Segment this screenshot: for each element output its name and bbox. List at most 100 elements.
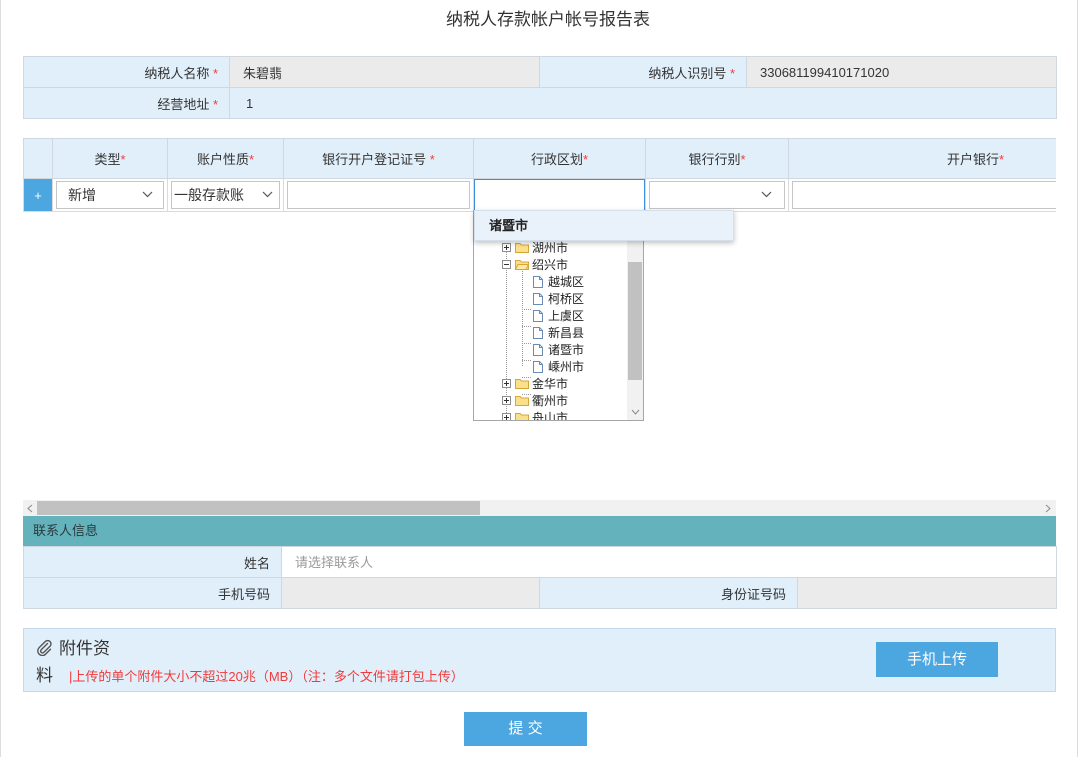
address-label: 经营地址 *: [23, 87, 230, 119]
folder-icon: [515, 412, 529, 420]
tree-leaf[interactable]: 越城区: [474, 273, 627, 290]
file-icon: [533, 275, 543, 288]
required-mark: *: [248, 152, 255, 167]
tree-leaf[interactable]: 诸暨市: [474, 341, 627, 358]
collapse-icon[interactable]: [502, 260, 511, 269]
required-mark: *: [740, 152, 746, 167]
tree-node-label: 新昌县: [548, 326, 585, 340]
account-nature-select[interactable]: 一般存款账: [171, 181, 280, 209]
phone-value: [281, 577, 540, 609]
expand-icon[interactable]: [502, 413, 511, 420]
bank-input[interactable]: [792, 181, 1056, 209]
tree-node-label: 湖州市: [532, 241, 569, 255]
region-suggestion[interactable]: 诸暨市: [474, 210, 734, 241]
header-label: 类型: [94, 152, 121, 167]
folder-icon: [515, 242, 529, 253]
tree-node-label: 绍兴市: [532, 258, 569, 272]
mobile-upload-button[interactable]: 手机上传: [876, 642, 998, 677]
submit-button[interactable]: 提 交: [464, 712, 587, 746]
header-label: 银行行别: [688, 152, 741, 167]
required-mark: *: [209, 65, 218, 81]
folder-icon: [515, 378, 529, 389]
header-license-no: 银行开户登记证号 *: [283, 138, 474, 179]
expand-icon[interactable]: [502, 396, 511, 405]
region-tree-dropdown: 湖州市 绍兴市 越城区 柯桥区 上虞区 新昌县 诸暨市 嵊州市 金华市 衢州市 …: [473, 210, 644, 421]
tax-id-value: 330681199410171020: [746, 56, 1057, 88]
type-cell: 新增: [52, 178, 168, 212]
chevron-down-icon: [262, 191, 273, 198]
attachment-panel: 附件资料 |上传的单个附件大小不超过20兆（MB）（注：多个文件请打包上传） 手机…: [23, 628, 1056, 692]
tax-id-label: 纳税人识别号 *: [539, 56, 747, 88]
contact-name-row: 姓名: [23, 546, 1058, 578]
tree-node[interactable]: 金华市: [474, 375, 627, 392]
id-card-label: 身份证号码: [539, 577, 798, 609]
horizontal-scrollbar[interactable]: [23, 500, 1056, 516]
type-select[interactable]: 新增: [56, 181, 164, 209]
header-label: 银行开户登记证号: [322, 152, 427, 167]
tree-node-label: 舟山市: [532, 411, 569, 421]
vertical-scroll-thumb[interactable]: [628, 262, 642, 380]
tree-node[interactable]: 绍兴市: [474, 256, 627, 273]
expand-icon[interactable]: [502, 379, 511, 388]
tree-node[interactable]: 湖州市: [474, 239, 627, 256]
page-title: 纳税人存款帐户帐号报告表: [446, 10, 650, 29]
required-mark: *: [209, 96, 218, 112]
type-select-value: 新增: [68, 187, 96, 203]
contact-name-cell: [280, 546, 1058, 578]
tree-node-label: 上虞区: [548, 309, 585, 323]
header-bank-category: 银行行别*: [645, 138, 789, 179]
add-row-button[interactable]: +: [23, 178, 53, 212]
contact-name-label: 姓名: [23, 546, 282, 578]
account-header-row: 类型* 账户性质* 银行开户登记证号 * 行政区划* 银行行别* 开户银行*: [23, 138, 1056, 179]
account-nature-value: 一般存款账: [174, 187, 244, 203]
chevron-down-icon: [142, 191, 153, 198]
tree-leaf[interactable]: 嵊州市: [474, 358, 627, 375]
bank-category-select[interactable]: [649, 181, 785, 209]
tree-node-label: 衢州市: [532, 394, 569, 408]
scroll-down-arrow-icon[interactable]: [627, 404, 643, 420]
horizontal-scroll-thumb[interactable]: [37, 501, 480, 515]
required-mark: *: [582, 152, 589, 167]
scroll-right-arrow-icon[interactable]: [1041, 500, 1055, 516]
header-blank: [23, 138, 53, 179]
label-text: 纳税人识别号: [648, 65, 727, 81]
nature-cell: 一般存款账: [167, 178, 284, 212]
tree-leaf[interactable]: 上虞区: [474, 307, 627, 324]
tree-node-label: 越城区: [548, 275, 585, 289]
bank-category-cell: [645, 178, 789, 212]
attachment-header: 附件资料 |上传的单个附件大小不超过20兆（MB）（注：多个文件请打包上传）: [36, 637, 533, 689]
header-type: 类型*: [52, 138, 168, 179]
bank-cell: [788, 178, 1056, 212]
file-icon: [533, 309, 543, 322]
header-label: 开户银行: [946, 152, 999, 167]
tree-vertical-scrollbar[interactable]: [627, 211, 643, 420]
account-table: 类型* 账户性质* 银行开户登记证号 * 行政区划* 银行行别* 开户银行* +…: [23, 138, 1056, 212]
contact-section-title: 联系人信息: [23, 516, 1056, 546]
contact-table: 姓名 手机号码 身份证号码: [23, 546, 1058, 609]
file-icon: [533, 360, 543, 373]
region-tree: 湖州市 绍兴市 越城区 柯桥区 上虞区 新昌县 诸暨市 嵊州市 金华市 衢州市 …: [474, 239, 627, 421]
required-mark: *: [726, 65, 735, 81]
tree-leaf[interactable]: 新昌县: [474, 324, 627, 341]
header-account-nature: 账户性质*: [167, 138, 284, 179]
taxpayer-row: 纳税人名称 * 朱碧翡 纳税人识别号 * 330681199410171020: [23, 56, 1057, 88]
contact-name-input[interactable]: [282, 547, 1057, 577]
tree-leaf[interactable]: 柯桥区: [474, 290, 627, 307]
scroll-left-arrow-icon[interactable]: [23, 500, 37, 516]
contact-section: 联系人信息 姓名 手机号码 身份证号码: [23, 516, 1058, 609]
license-no-input[interactable]: [287, 181, 470, 209]
address-row: 经营地址 * 1: [23, 87, 1057, 119]
region-input[interactable]: [474, 179, 645, 211]
expand-icon[interactable]: [502, 243, 511, 252]
tree-node[interactable]: 衢州市: [474, 392, 627, 409]
header-label: 行政区划: [530, 152, 583, 167]
phone-label: 手机号码: [23, 577, 282, 609]
label-text: 经营地址: [157, 96, 210, 112]
required-mark: *: [120, 152, 126, 167]
account-row: + 新增 一般存款账: [23, 178, 1056, 212]
tree-node[interactable]: 舟山市: [474, 409, 627, 421]
folder-icon: [515, 395, 529, 406]
chevron-down-icon: [761, 191, 772, 198]
required-mark: *: [426, 152, 435, 167]
folder-open-icon: [515, 259, 529, 270]
